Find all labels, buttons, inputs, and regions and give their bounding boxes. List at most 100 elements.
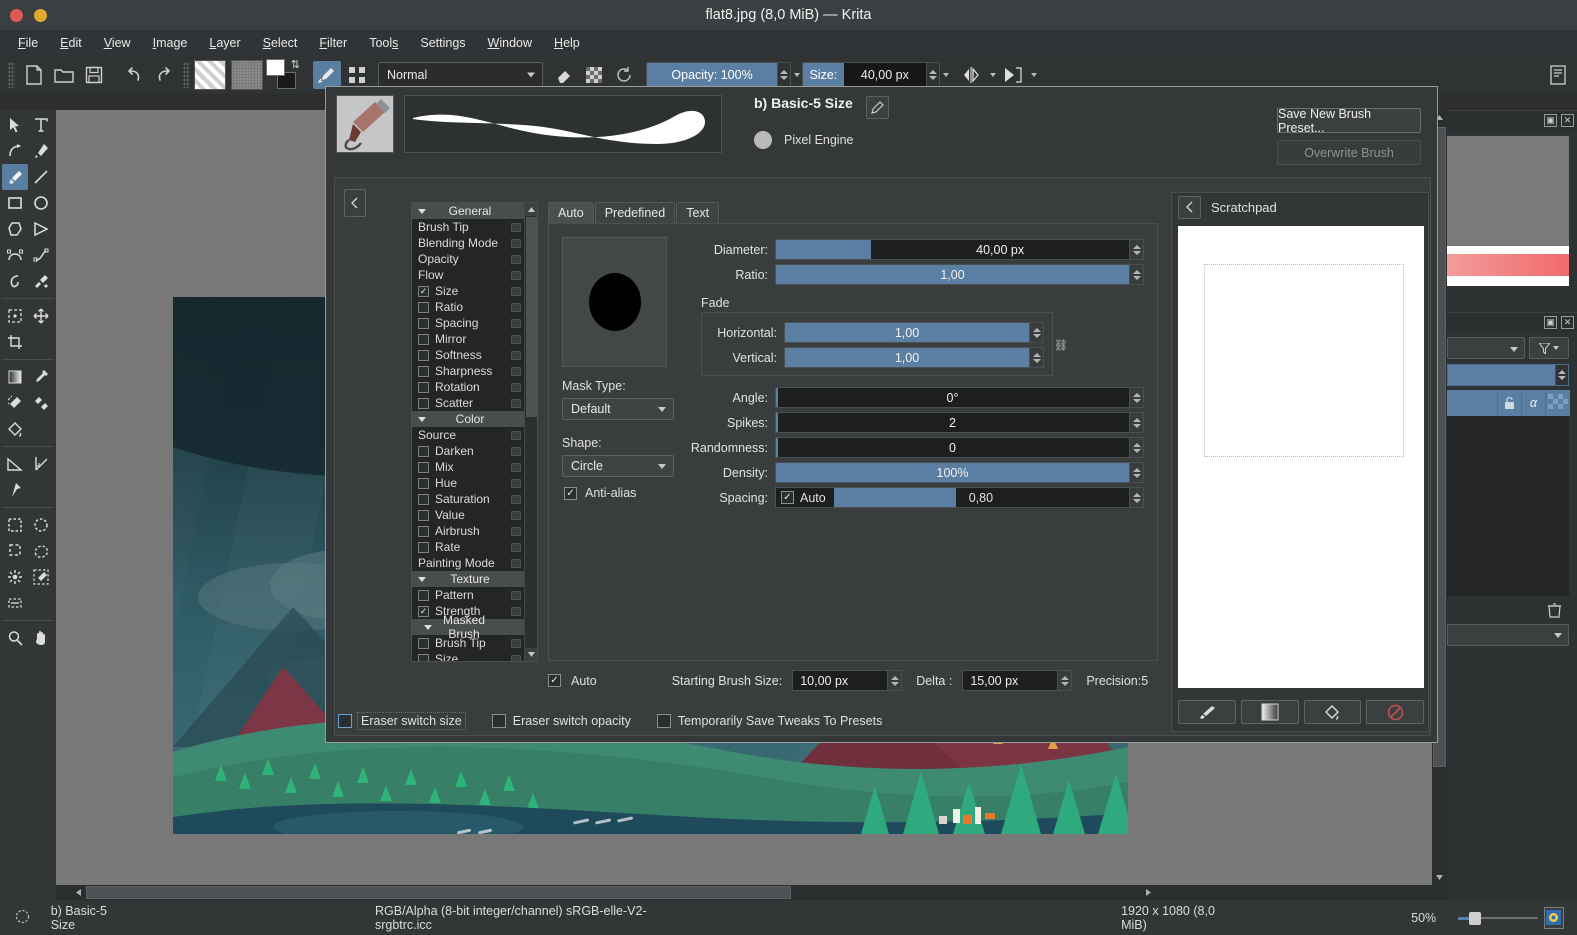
option-mix[interactable]: Mix — [412, 459, 526, 475]
option-rate[interactable]: Rate — [412, 539, 526, 555]
layer-row[interactable]: α — [1447, 390, 1570, 416]
checkbox-ratio[interactable] — [418, 301, 429, 313]
randomness-spinner[interactable] — [1130, 437, 1144, 458]
collapse-scratchpad-button[interactable] — [1178, 195, 1201, 219]
colorize-mask-tool[interactable] — [2, 390, 28, 416]
density-slider[interactable]: 100% — [775, 462, 1130, 483]
ratio-slider[interactable]: 1,00 — [775, 264, 1130, 285]
option-masked-brush-tip[interactable]: Brush Tip — [412, 635, 526, 651]
options-group-color[interactable]: Color — [412, 411, 526, 427]
fade-vertical-row[interactable]: Vertical: 1,00 — [710, 347, 1044, 368]
option-source[interactable]: Source — [412, 427, 526, 443]
mirror-vertical-icon[interactable] — [999, 61, 1027, 89]
checkbox-spacing-auto[interactable]: ✓ — [781, 491, 794, 504]
fade-vertical-spinner[interactable] — [1030, 347, 1044, 368]
spikes-slider[interactable]: 2 — [775, 412, 1130, 433]
bezier-selection-tool[interactable] — [2, 590, 28, 616]
spacing-spinner[interactable] — [1130, 487, 1144, 508]
lock-icon[interactable] — [511, 558, 521, 568]
checkbox-pattern[interactable] — [418, 589, 429, 601]
checkbox-eraser-switch-size[interactable] — [338, 714, 352, 728]
fill-scratchpad-button[interactable] — [1303, 700, 1362, 724]
options-group-general[interactable]: General — [412, 203, 526, 219]
spacing-row[interactable]: Spacing: ✓ Auto 0,80 — [679, 487, 1144, 508]
lock-icon[interactable] — [511, 350, 521, 360]
brush-options-list[interactable]: General Brush Tip Blending Mode Opacity … — [411, 202, 538, 662]
line-tool[interactable] — [28, 164, 54, 190]
checkbox-rate[interactable] — [418, 541, 429, 553]
menu-image[interactable]: Image — [143, 33, 198, 53]
lock-icon[interactable] — [511, 222, 521, 232]
checkbox-anti-alias[interactable]: ✓ — [564, 486, 577, 500]
menu-window[interactable]: Window — [478, 33, 542, 53]
lock-icon[interactable] — [511, 590, 521, 600]
option-masked-size[interactable]: Size — [412, 651, 526, 661]
lock-icon[interactable] — [511, 430, 521, 440]
option-strength[interactable]: ✓ Strength — [412, 603, 526, 619]
checkbox-size[interactable]: ✓ — [418, 285, 429, 297]
checkbox-mirror[interactable] — [418, 333, 429, 345]
pattern-swatch-button[interactable] — [231, 60, 263, 90]
option-saturation[interactable]: Saturation — [412, 491, 526, 507]
reset-brush-icon[interactable] — [610, 61, 638, 89]
collapse-panel-button[interactable] — [344, 189, 366, 217]
checkbox-auto-brush-size[interactable]: ✓ — [548, 674, 561, 687]
fade-horizontal-row[interactable]: Horizontal: 1,00 — [710, 322, 1044, 343]
lock-icon[interactable] — [511, 510, 521, 520]
lock-icon[interactable] — [511, 286, 521, 296]
gradient-tool[interactable] — [2, 364, 28, 390]
toolbar-grip-2[interactable] — [183, 62, 190, 88]
scroll-down-icon[interactable] — [525, 648, 537, 661]
freehand-path-tool[interactable] — [28, 242, 54, 268]
layer-list[interactable] — [1447, 416, 1569, 596]
crop-tool[interactable] — [2, 329, 28, 355]
calligraphy-tool[interactable] — [28, 138, 54, 164]
delta-value[interactable]: 15,00 px — [962, 670, 1059, 691]
overview-thumbnail[interactable] — [1447, 136, 1569, 246]
transform-tool[interactable] — [2, 303, 28, 329]
checkbox-saturation[interactable] — [418, 493, 429, 505]
smart-patch-tool[interactable] — [28, 390, 54, 416]
option-brush-tip[interactable]: Brush Tip — [412, 219, 526, 235]
fill-tool[interactable] — [2, 416, 28, 442]
move-tool[interactable] — [28, 303, 54, 329]
scrollbar-thumb[interactable] — [526, 217, 537, 417]
zoom-tool[interactable] — [2, 625, 28, 651]
scroll-up-icon[interactable] — [525, 203, 537, 216]
options-group-texture[interactable]: Texture — [412, 571, 526, 587]
polyline-tool[interactable] — [28, 216, 54, 242]
opacity-slider[interactable]: Opacity: 100% — [646, 62, 791, 88]
lock-icon[interactable] — [511, 366, 521, 376]
brush-engine-row[interactable]: Pixel Engine — [754, 131, 889, 149]
close-window-button[interactable] — [10, 8, 23, 22]
save-new-brush-preset-button[interactable]: Save New Brush Preset... — [1277, 107, 1421, 135]
ratio-spinner[interactable] — [1130, 264, 1144, 285]
diameter-row[interactable]: Diameter: 40,00 px — [679, 239, 1144, 260]
lock-icon[interactable] — [511, 446, 521, 456]
diameter-spinner[interactable] — [1130, 239, 1144, 260]
mirror-horizontal-icon[interactable] — [958, 61, 986, 89]
text-tool[interactable] — [28, 112, 54, 138]
scratchpad-canvas[interactable] — [1178, 226, 1424, 688]
minimize-window-button[interactable] — [34, 8, 47, 22]
size-spinner[interactable] — [926, 63, 939, 87]
option-value[interactable]: Value — [412, 507, 526, 523]
swap-colors-icon[interactable]: ⇅ — [291, 58, 300, 71]
save-document-icon[interactable] — [80, 61, 108, 89]
checkbox-temporarily-save-tweaks[interactable] — [656, 714, 671, 728]
layer-extra-select[interactable] — [1447, 624, 1569, 646]
option-spacing[interactable]: Spacing — [412, 315, 526, 331]
lock-icon[interactable] — [511, 318, 521, 328]
opacity-options-arrow[interactable] — [791, 62, 802, 88]
spikes-spinner[interactable] — [1130, 412, 1144, 433]
polygon-tool[interactable] — [2, 216, 28, 242]
option-airbrush[interactable]: Airbrush — [412, 523, 526, 539]
spacing-slider[interactable]: ✓ Auto 0,80 — [775, 487, 1130, 508]
menu-edit[interactable]: Edit — [50, 33, 92, 53]
option-opacity[interactable]: Opacity — [412, 251, 526, 267]
menu-settings[interactable]: Settings — [410, 33, 475, 53]
zoom-slider-handle[interactable] — [1469, 911, 1482, 925]
foreground-color-swatch[interactable] — [266, 59, 285, 76]
multibrush-tool[interactable] — [28, 268, 54, 294]
checkbox-strength[interactable]: ✓ — [418, 605, 429, 617]
